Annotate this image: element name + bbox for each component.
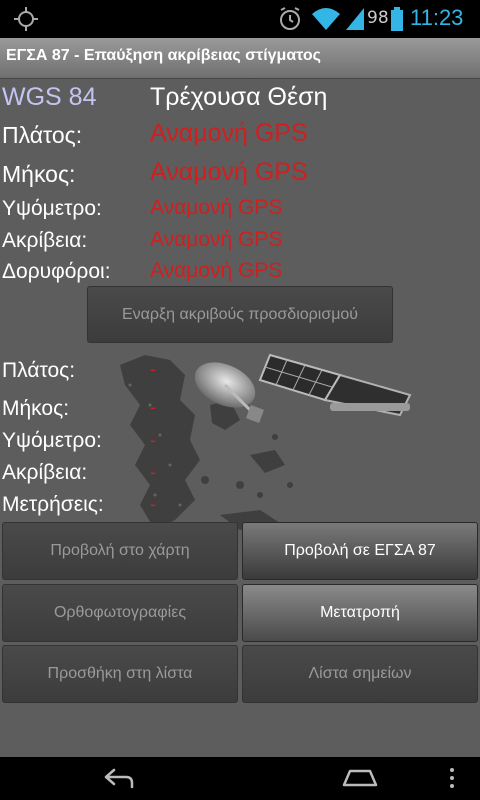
precise-altitude-value: - <box>150 430 156 450</box>
precise-altitude-label: Υψόμετρο: <box>2 429 102 452</box>
point-list-button[interactable]: Λίστα σημείων <box>242 645 478 703</box>
back-icon[interactable] <box>100 767 136 789</box>
precise-latitude-label: Πλάτος: <box>2 359 76 382</box>
measurements-value: - <box>150 494 156 514</box>
current-latitude-label: Πλάτος: <box>2 122 83 148</box>
current-satellites-label: Δορυφόροι: <box>2 260 111 283</box>
current-altitude-label: Υψόμετρο: <box>2 197 102 220</box>
current-accuracy-label: Ακρίβεια: <box>2 229 88 252</box>
precise-longitude-label: Μήκος: <box>2 397 70 420</box>
gps-icon <box>14 7 38 31</box>
start-precise-determination-button[interactable]: Εναρξη ακριβούς προσδιορισμού <box>87 286 393 343</box>
overflow-menu-icon[interactable] <box>446 767 458 789</box>
current-satellites-value: Αναμονή GPS <box>150 259 283 282</box>
current-latitude-value: Αναμονή GPS <box>150 119 308 147</box>
orthophotos-button[interactable]: Ορθοφωτογραφίες <box>2 584 238 642</box>
add-to-list-button[interactable]: Προσθήκη στη λίστα <box>2 645 238 703</box>
satellite-map-illustration <box>120 353 412 538</box>
home-icon[interactable] <box>340 767 380 789</box>
view-in-egsa87-button[interactable]: Προβολή σε ΕΓΣΑ 87 <box>242 522 478 580</box>
navigation-bar <box>0 757 480 800</box>
wifi-icon <box>312 8 340 30</box>
current-altitude-value: Αναμονή GPS <box>150 196 283 219</box>
app-title: ΕΓΣΑ 87 - Επαύξηση ακρίβειας στίγματος <box>6 47 321 64</box>
title-bar: ΕΓΣΑ 87 - Επαύξηση ακρίβειας στίγματος <box>0 38 480 79</box>
datum-label: WGS 84 <box>2 83 97 111</box>
precise-latitude-value: - <box>150 359 156 379</box>
alarm-icon <box>280 7 300 30</box>
main-content: WGS 84 Τρέχουσα Θέση Πλάτος: Αναμονή GPS… <box>0 79 480 757</box>
signal-icon <box>346 8 364 30</box>
current-position-heading: Τρέχουσα Θέση <box>150 83 328 111</box>
battery-level: 98 <box>367 8 389 28</box>
status-bar: 98 11:23 <box>0 0 480 38</box>
precise-accuracy-value: - <box>150 462 156 482</box>
current-longitude-value: Αναμονή GPS <box>150 158 308 186</box>
clock: 11:23 <box>410 5 464 30</box>
precise-longitude-value: - <box>150 397 156 417</box>
convert-button[interactable]: Μετατροπή <box>242 584 478 642</box>
measurements-label: Μετρήσεις: <box>2 493 104 516</box>
view-on-map-button[interactable]: Προβολή στο χάρτη <box>2 522 238 580</box>
precise-accuracy-label: Ακρίβεια: <box>2 461 88 484</box>
current-longitude-label: Μήκος: <box>2 161 76 187</box>
battery-icon <box>391 7 403 31</box>
satellite-solar-panel <box>258 353 412 417</box>
current-accuracy-value: Αναμονή GPS <box>150 228 283 251</box>
